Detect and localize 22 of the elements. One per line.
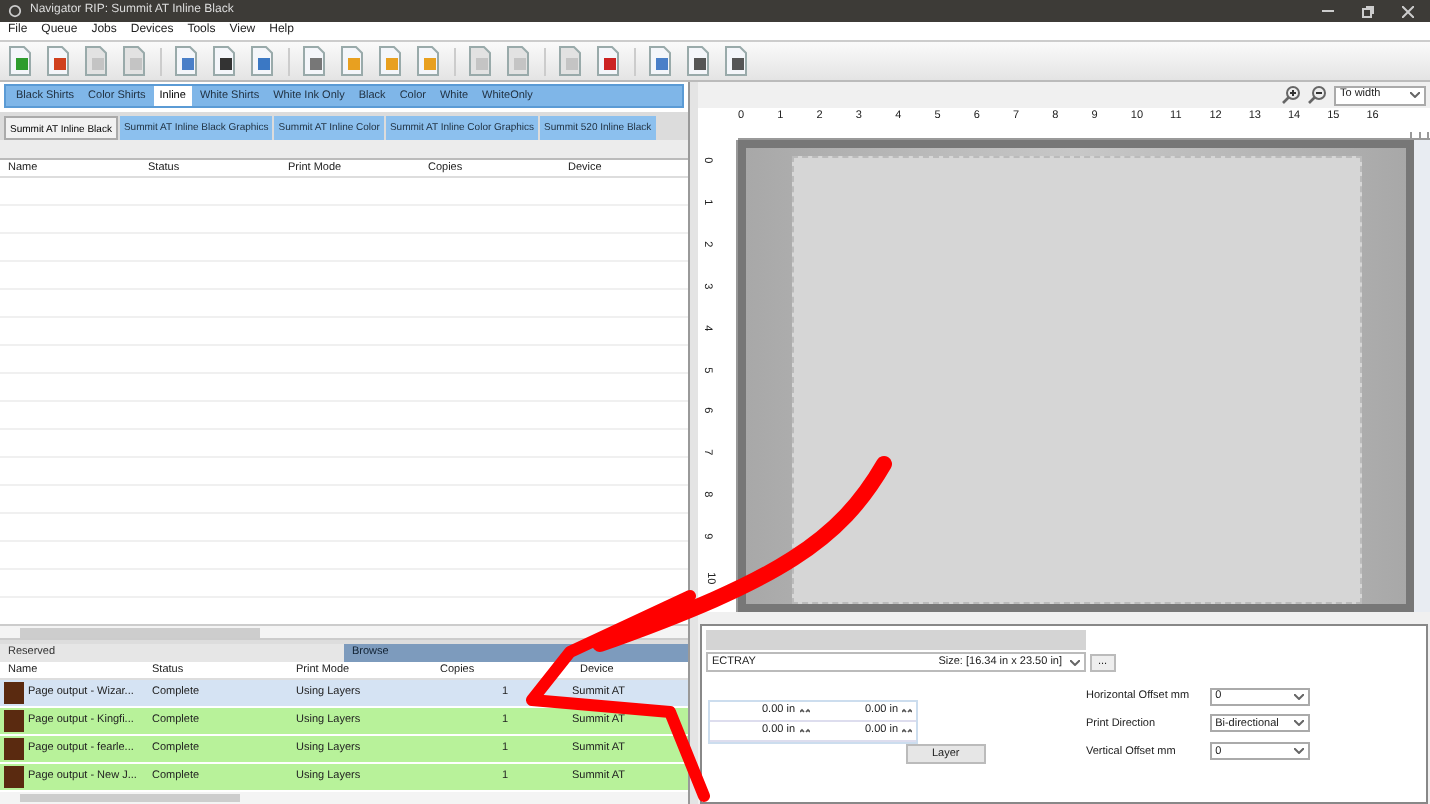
restore-icon[interactable] (1362, 5, 1374, 17)
spinner-icon (902, 707, 912, 715)
chevron-down-icon (1410, 92, 1420, 98)
spinner-icon (902, 727, 912, 735)
thumbnail-placeholder (4, 710, 24, 732)
close-icon[interactable] (1402, 5, 1414, 17)
minimize-icon[interactable] (1322, 9, 1334, 13)
chevron-down-icon (1293, 748, 1304, 755)
horizontal-scrollbar[interactable] (0, 792, 688, 804)
thumbnail-placeholder (4, 682, 24, 704)
chevron-down-icon (1070, 659, 1080, 665)
app-icon (8, 4, 22, 18)
horizontal-scrollbar[interactable] (0, 626, 688, 640)
zoom-out-icon[interactable] (1308, 86, 1326, 104)
thumbnail-placeholder (4, 738, 24, 760)
spinner-icon (799, 727, 809, 735)
spinner-icon (799, 707, 809, 715)
scrollbar-track[interactable] (1414, 140, 1430, 612)
thumbnail-placeholder (4, 766, 24, 788)
chevron-down-icon (1293, 720, 1304, 727)
chevron-down-icon (1293, 693, 1304, 700)
zoom-in-icon[interactable] (1282, 86, 1300, 104)
